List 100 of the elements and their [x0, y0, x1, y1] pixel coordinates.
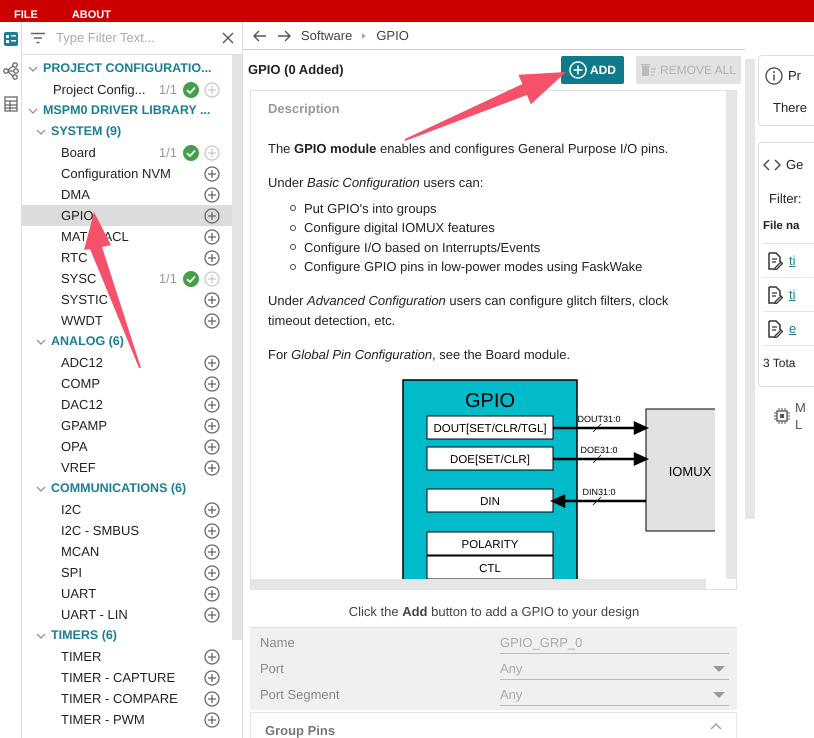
tree-item[interactable]: TIMER	[22, 646, 232, 667]
forward-icon[interactable]	[277, 30, 291, 42]
add-icon[interactable]	[204, 208, 220, 224]
tree-item[interactable]: Project Config... 1/1	[22, 79, 232, 100]
caret-icon	[713, 666, 725, 672]
chevron-down-icon[interactable]	[28, 66, 38, 72]
table-icon[interactable]	[4, 96, 18, 112]
scrollbar[interactable]	[251, 579, 706, 589]
add-icon[interactable]	[204, 228, 220, 244]
tree-item[interactable]: OPA	[22, 436, 232, 457]
scrollbar[interactable]	[726, 91, 736, 579]
chevron-down-icon[interactable]	[28, 108, 38, 114]
tree-item[interactable]: TIMER - CAPTURE	[22, 667, 232, 688]
menu-item[interactable]: FILE	[14, 9, 38, 22]
tree-item[interactable]: I2C	[22, 499, 232, 520]
tree-item[interactable]: ADC12	[22, 352, 232, 373]
description-heading: Description	[268, 100, 341, 118]
tree-item[interactable]: GPIO	[22, 205, 232, 226]
category-heading[interactable]: COMMUNICATIONS (6)	[51, 479, 186, 498]
add-icon[interactable]	[204, 606, 220, 622]
tree-item[interactable]: UART	[22, 583, 232, 604]
register-label: DOUT[SET/CLR/TGL]	[433, 422, 547, 434]
tree-item[interactable]: UART - LIN	[22, 604, 232, 625]
file-link[interactable]: ti	[789, 285, 796, 304]
add-icon[interactable]	[204, 670, 220, 686]
tree-item[interactable]: SYSC 1/1	[22, 268, 232, 289]
module-label: I2C	[61, 500, 82, 519]
scrollbar[interactable]	[745, 59, 755, 519]
tree-item[interactable]: TIMER - PWM	[22, 709, 232, 730]
module-title: GPIO (0 Added)	[248, 61, 345, 80]
module-label: WWDT	[61, 312, 103, 330]
add-icon[interactable]	[204, 376, 220, 392]
close-icon[interactable]	[222, 32, 234, 44]
category-heading[interactable]: ANALOG (6)	[51, 332, 124, 351]
category-heading[interactable]: SYSTEM (9)	[51, 122, 122, 141]
tree-item[interactable]: VREF	[22, 457, 232, 478]
tree-item[interactable]: GPAMP	[22, 415, 232, 436]
list-view-icon[interactable]	[4, 32, 18, 46]
code-icon	[763, 158, 781, 171]
tree-item[interactable]: COMP	[22, 373, 232, 394]
add-icon[interactable]	[204, 460, 220, 476]
check-icon	[183, 270, 199, 286]
chevron-up-icon[interactable]	[710, 723, 722, 730]
add-icon[interactable]	[204, 648, 220, 664]
chevron-down-icon[interactable]	[36, 338, 46, 344]
tree-item[interactable]: SYSTIC	[22, 289, 232, 310]
add-icon[interactable]	[204, 292, 220, 308]
tree-item[interactable]: MCAN	[22, 541, 232, 562]
tree-heading[interactable]: PROJECT CONFIGURATIO...	[43, 59, 212, 78]
separator-icon	[362, 32, 366, 38]
add-icon[interactable]	[204, 690, 220, 706]
add-icon[interactable]	[204, 418, 220, 434]
back-icon[interactable]	[253, 30, 267, 42]
add-icon[interactable]	[204, 712, 220, 728]
add-icon[interactable]	[204, 544, 220, 560]
tree-item[interactable]: DAC12	[22, 394, 232, 415]
file-link[interactable]: e	[789, 319, 796, 338]
add-icon[interactable]	[204, 312, 220, 328]
add-icon[interactable]	[204, 564, 220, 580]
module-label: MCAN	[61, 542, 100, 561]
add-icon[interactable]	[204, 354, 220, 370]
filter-icon[interactable]	[30, 32, 46, 44]
menu-item[interactable]: ABOUT	[72, 9, 111, 22]
chevron-down-icon[interactable]	[36, 128, 46, 134]
file-link[interactable]: ti	[789, 251, 796, 270]
add-icon[interactable]	[204, 166, 220, 182]
network-icon[interactable]	[2, 62, 18, 80]
tree-item[interactable]: SPI	[22, 562, 232, 583]
add-icon[interactable]	[204, 396, 220, 412]
document-edit-icon	[767, 286, 783, 304]
add-icon[interactable]	[204, 186, 220, 202]
breadcrumb-item[interactable]: GPIO	[376, 26, 409, 46]
module-label: DMA	[61, 186, 90, 204]
add-icon	[568, 61, 587, 79]
module-label: SPI	[61, 564, 82, 582]
chevron-down-icon[interactable]	[36, 486, 46, 492]
tree-item[interactable]: TIMER - COMPARE	[22, 688, 232, 709]
tree-item[interactable]: WWDT	[22, 310, 232, 331]
add-icon[interactable]	[204, 502, 220, 518]
add-icon[interactable]	[204, 522, 220, 538]
add-icon[interactable]	[204, 586, 220, 602]
block-title: GPIO	[465, 390, 515, 412]
tree-item[interactable]: Configuration NVM	[22, 163, 232, 184]
category-heading[interactable]: TIMERS (6)	[51, 626, 117, 645]
chevron-down-icon[interactable]	[36, 632, 46, 638]
section-header[interactable]: Group Pins	[250, 712, 737, 738]
tree-item[interactable]: I2C - SMBUS	[22, 520, 232, 541]
add-icon[interactable]	[204, 250, 220, 266]
device-label: M	[795, 399, 806, 416]
tree-item[interactable]: DMA	[22, 184, 232, 205]
total-label: 3 Tota	[763, 345, 814, 380]
tree-item[interactable]: RTC	[22, 247, 232, 268]
breadcrumb-item[interactable]: Software	[301, 26, 352, 46]
scrollbar[interactable]	[232, 55, 242, 640]
tree-heading[interactable]: MSPM0 DRIVER LIBRARY ...	[43, 101, 210, 120]
module-label: UART - LIN	[61, 606, 128, 624]
add-icon[interactable]	[204, 438, 220, 454]
module-label: TIMER	[61, 648, 102, 666]
tree-item[interactable]: Board 1/1	[22, 142, 232, 163]
add-button[interactable]: ADD	[560, 56, 624, 84]
